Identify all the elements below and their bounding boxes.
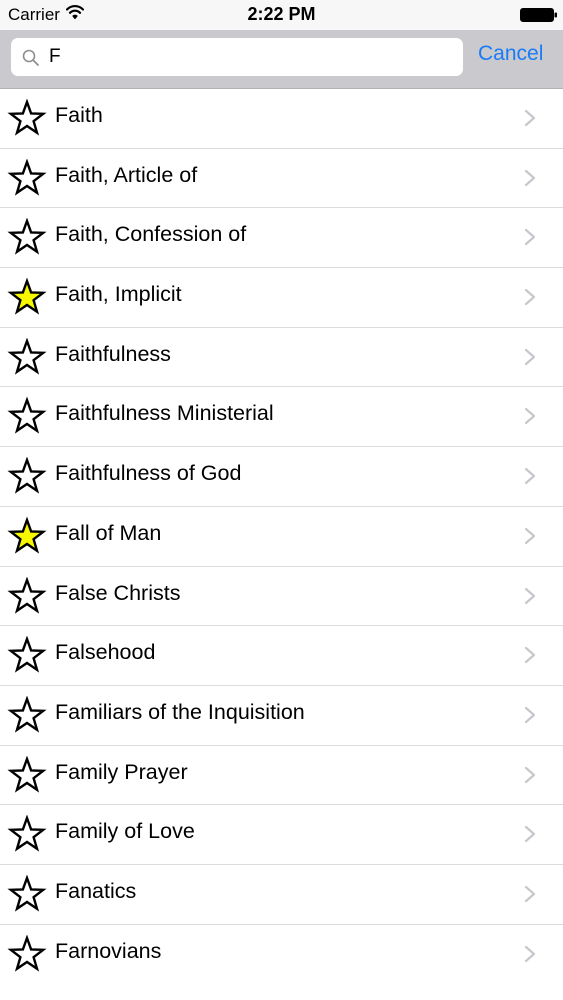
star-outline-icon[interactable] (7, 218, 47, 258)
topic-row[interactable]: Faithfulness (0, 327, 563, 388)
chevron-right-icon (524, 109, 536, 127)
chevron-right-icon (524, 169, 536, 186)
search-bar: Cancel (0, 30, 563, 89)
topic-label: Faith, Article of (55, 162, 198, 187)
chevron-right-icon (524, 408, 536, 425)
star-outline-icon[interactable] (7, 934, 47, 975)
star-outline-icon[interactable] (7, 576, 47, 617)
topic-label: Faith (55, 103, 103, 127)
topic-label: Falsehood (55, 640, 156, 665)
topic-row[interactable]: Faithfulness Ministerial (0, 387, 563, 448)
status-bar: Carrier 2:22 PM (0, 0, 563, 30)
topic-label: Faithfulness Ministerial (55, 401, 274, 426)
star-outline-icon[interactable] (7, 695, 47, 736)
topic-row[interactable]: Faith, Article of (0, 148, 563, 209)
chevron-right-icon (524, 647, 536, 664)
chevron-right-icon (524, 527, 536, 544)
chevron-right-icon (524, 885, 536, 903)
topic-row[interactable]: Faith, Implicit (0, 268, 563, 328)
topic-row[interactable]: Familiars of the Inquisition (0, 685, 563, 746)
status-time: 2:22 PM (247, 4, 316, 24)
cancel-button[interactable]: Cancel (478, 42, 543, 66)
chevron-right-icon (524, 348, 536, 365)
topic-row[interactable]: Falsehood (0, 626, 563, 686)
topic-row[interactable]: Fall of Man (0, 506, 563, 567)
topic-row[interactable]: Family Prayer (0, 745, 563, 806)
topic-row[interactable]: False Christs (0, 566, 563, 627)
star-outline-icon[interactable] (7, 636, 47, 676)
chevron-right-icon (524, 229, 536, 246)
star-outline-icon[interactable] (7, 457, 47, 497)
star-outline-icon[interactable] (7, 99, 47, 139)
topic-row[interactable]: Family of Love (0, 805, 563, 865)
star-outline-icon[interactable] (7, 755, 47, 796)
topic-label: Familiars of the Inquisition (55, 699, 305, 724)
app-screen: Carrier 2:22 PM Cancel Faith Faith, Artic… (0, 0, 563, 1000)
topic-label: Faithfulness of God (55, 461, 242, 486)
search-field[interactable] (11, 38, 463, 76)
topic-row[interactable]: Faithfulness of God (0, 447, 563, 507)
chevron-right-icon (524, 706, 536, 723)
topic-row[interactable]: Fanatics (0, 864, 563, 925)
chevron-right-icon (524, 468, 536, 485)
topic-label: Faith, Implicit (55, 282, 182, 307)
chevron-right-icon (524, 766, 536, 783)
star-outline-icon[interactable] (7, 337, 47, 378)
topic-label: Fall of Man (55, 520, 162, 545)
search-icon (22, 49, 39, 66)
chevron-right-icon (524, 288, 536, 306)
chevron-right-icon (524, 826, 536, 843)
topic-row[interactable]: Faith, Confession of (0, 208, 563, 269)
search-input[interactable] (49, 43, 449, 71)
battery-icon (520, 8, 557, 22)
topic-label: Faithfulness (55, 341, 171, 366)
topic-row[interactable]: Farnovians (0, 924, 563, 985)
topic-label: Farnovians (55, 938, 162, 963)
topic-label: Fanatics (55, 878, 137, 903)
topic-label: False Christs (55, 580, 181, 605)
star-outline-icon[interactable] (7, 158, 47, 199)
topic-row[interactable]: Faith (0, 89, 563, 149)
topic-label: Family Prayer (55, 759, 188, 784)
chevron-right-icon (524, 587, 536, 604)
star-outline-icon[interactable] (7, 815, 47, 855)
topic-label: Family of Love (55, 819, 195, 844)
star-filled-icon[interactable] (7, 516, 47, 557)
topic-list: Faith Faith, Article of Faith, Confession … (0, 89, 563, 985)
star-outline-icon[interactable] (7, 874, 47, 915)
chevron-right-icon (524, 945, 536, 962)
star-filled-icon[interactable] (7, 278, 47, 318)
star-outline-icon[interactable] (7, 397, 47, 437)
topic-label: Faith, Confession of (55, 222, 247, 247)
